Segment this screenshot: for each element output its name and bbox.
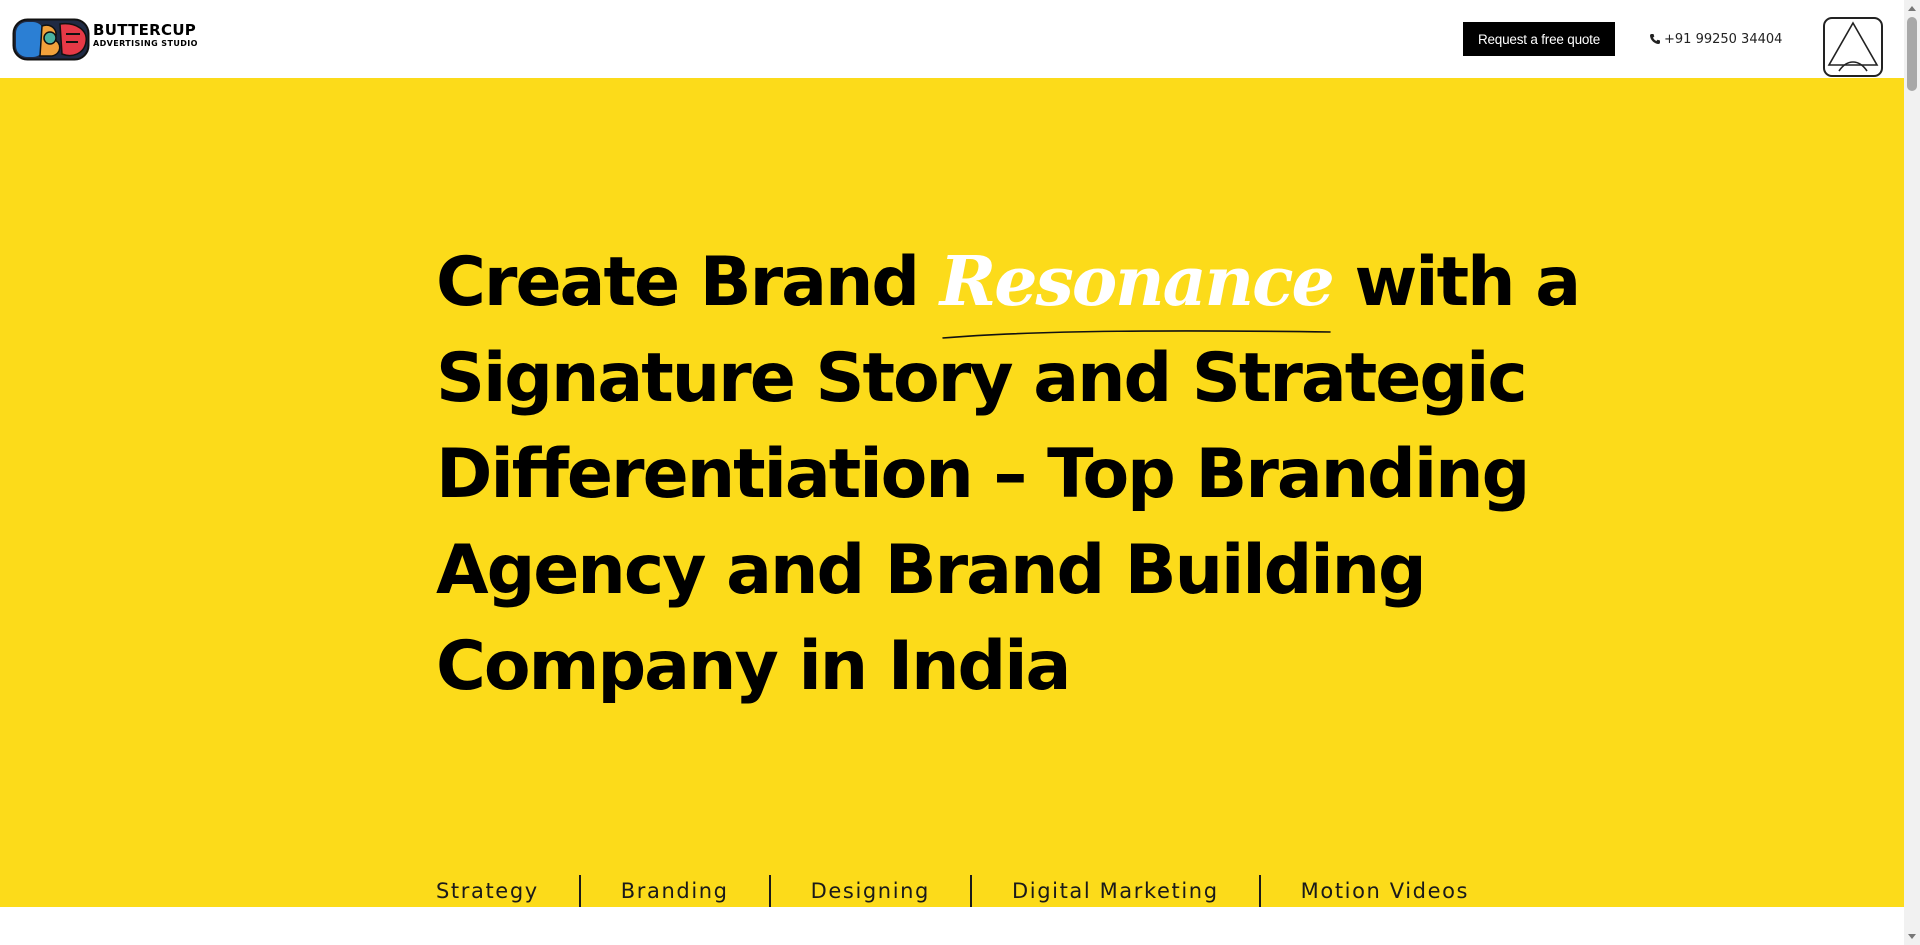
menu-button[interactable] (1823, 17, 1883, 77)
headline-line-3: Differentiation – Top Branding (436, 435, 1530, 514)
service-designing[interactable]: Designing (811, 879, 930, 903)
highlight-underline (942, 330, 1331, 339)
phone-icon (1650, 34, 1660, 44)
chevron-up-icon (1908, 6, 1916, 11)
buttercup-logo[interactable] (12, 18, 90, 61)
service-digital-marketing[interactable]: Digital Marketing (1012, 879, 1219, 903)
service-strategy[interactable]: Strategy (436, 879, 539, 903)
service-divider (970, 875, 972, 907)
scroll-down-arrow[interactable] (1904, 929, 1920, 945)
chevron-down-icon (1908, 934, 1916, 939)
service-divider (1258, 875, 1261, 907)
hero-headline: Create Brand Resonance with a Signature … (436, 234, 1581, 715)
headline-line-5: Company in India (436, 627, 1071, 706)
headline-highlight: Resonance (939, 234, 1335, 339)
headline-text: with a (1332, 243, 1581, 322)
scroll-thumb[interactable] (1907, 17, 1917, 91)
services-nav: Strategy Branding Designing Digital Mark… (436, 874, 1469, 908)
service-motion-videos[interactable]: Motion Videos (1301, 879, 1469, 903)
phone-link[interactable]: +91 99250 34404 (1649, 30, 1782, 48)
brand-subtitle: ADVERTISING STUDIO (93, 39, 198, 48)
service-divider (578, 875, 581, 907)
headline-line-4: Agency and Brand Building (436, 531, 1427, 610)
headline-line-2: Signature Story and Strategic (436, 339, 1528, 418)
hero-section: Create Brand Resonance with a Signature … (0, 78, 1904, 907)
site-header: BUTTERCUP ADVERTISING STUDIO Request a f… (0, 0, 1904, 78)
headline-line-1: Create Brand Resonance with a (436, 234, 1581, 339)
request-quote-button[interactable]: Request a free quote (1463, 22, 1615, 56)
service-divider (768, 875, 771, 907)
service-branding[interactable]: Branding (621, 879, 729, 903)
brand-name: BUTTERCUP (93, 21, 197, 39)
brand-wordmark[interactable]: BUTTERCUP ADVERTISING STUDIO (93, 21, 198, 49)
menu-icon (1827, 21, 1879, 72)
headline-text: Create Brand (436, 243, 940, 322)
scroll-up-arrow[interactable] (1904, 0, 1920, 16)
highlight-word: Resonance (939, 242, 1335, 322)
page-scrollbar[interactable] (1904, 0, 1920, 945)
phone-number: +91 99250 34404 (1664, 31, 1783, 47)
